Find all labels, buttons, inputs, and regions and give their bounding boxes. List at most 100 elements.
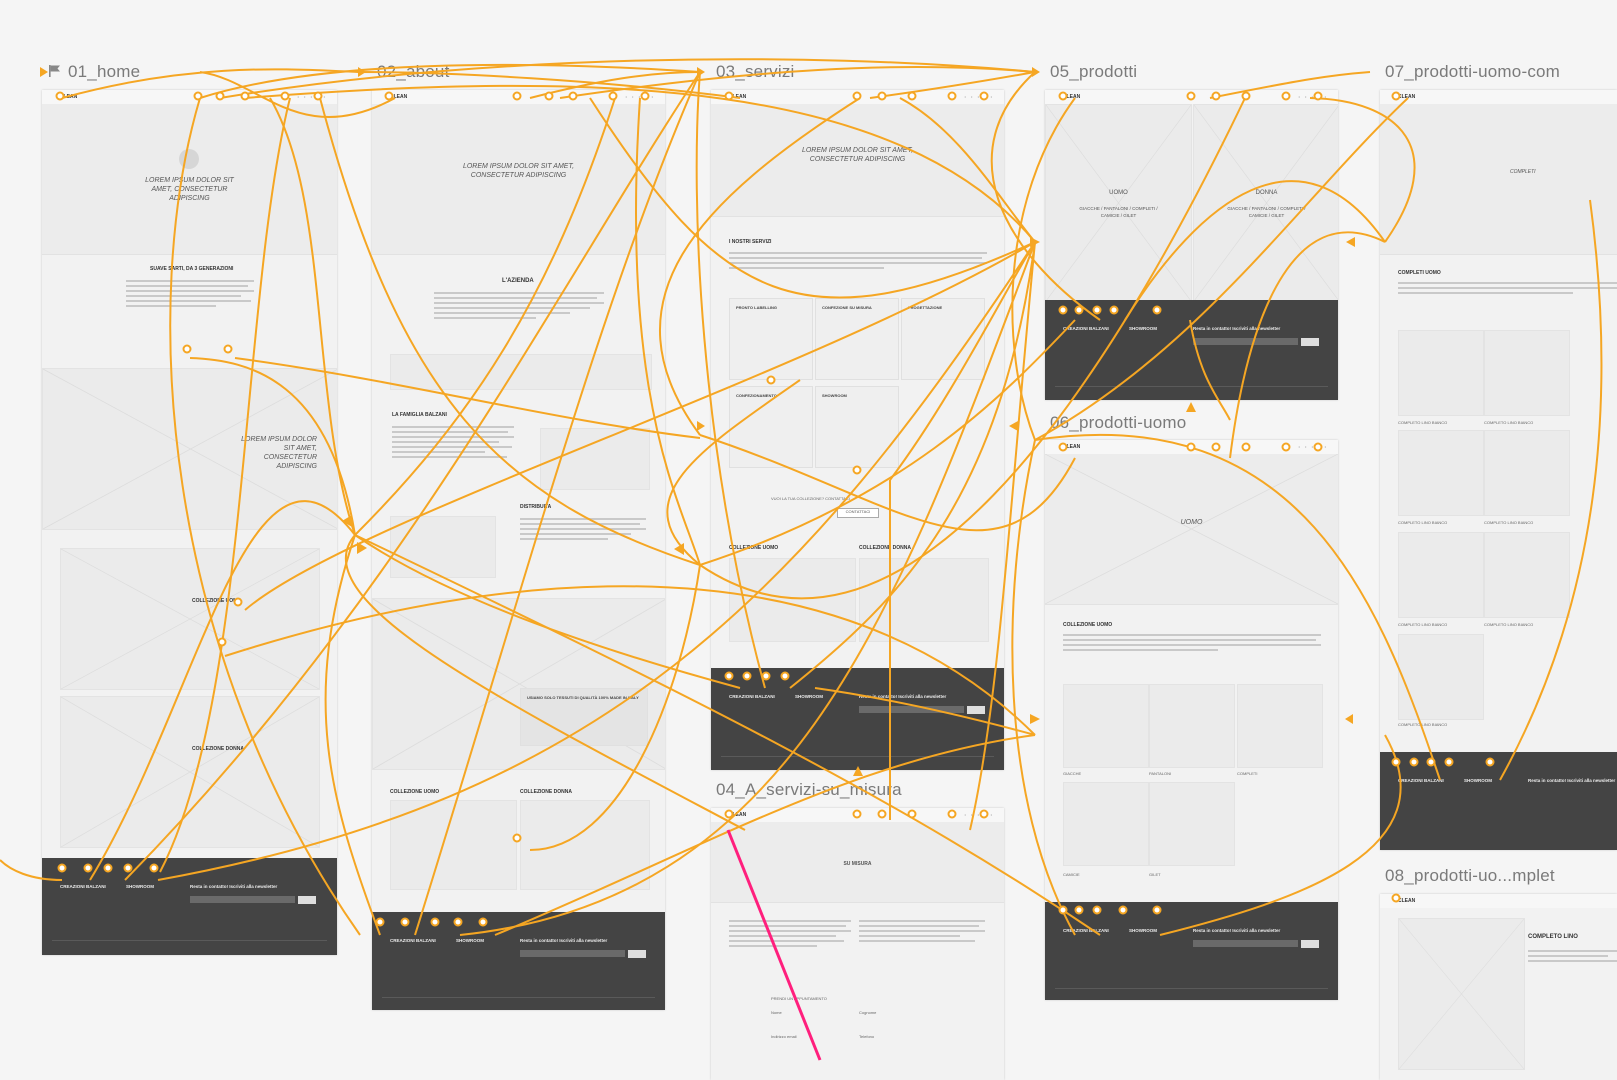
nav-menu[interactable]: • • • • • — [626, 94, 655, 99]
cta-button[interactable]: CONTATTACI — [837, 508, 879, 518]
footer-col-newsletter: Resta in contatto! Iscriviti alla newsle… — [190, 884, 278, 889]
product-tile[interactable] — [1398, 330, 1484, 416]
artboard-title-prodotti-uomo-completi[interactable]: 07_prodotti-uomo-com — [1385, 62, 1560, 82]
category-tile[interactable] — [1237, 684, 1323, 768]
artboard-title-prodotti[interactable]: 05_prodotti — [1050, 62, 1137, 82]
logo[interactable]: CLEAN — [1063, 94, 1080, 100]
newsletter-input[interactable] — [1193, 338, 1298, 345]
donna-title: DONNA — [1255, 190, 1278, 196]
logo[interactable]: CLEAN — [390, 94, 407, 100]
quality-box: USIAMO SOLO TESSUTI DI QUALITÀ 100% MADE… — [520, 688, 648, 746]
newsletter-button[interactable] — [298, 896, 316, 904]
section-text: LOREM IPSUM DOLOR SIT AMET, CONSECTETUR … — [241, 436, 317, 470]
product-title: COMPLETO LINO — [1528, 934, 1578, 940]
category-tile[interactable] — [1149, 684, 1235, 768]
category-label: GILET — [1149, 872, 1161, 877]
uomo-subtitle: GIACCHE / PANTALONI / COMPLETI / CAMICIE… — [1079, 206, 1158, 218]
logo[interactable]: CLEAN — [60, 94, 77, 100]
nav-menu[interactable]: • • • • • — [965, 94, 994, 99]
newsletter-button[interactable] — [1301, 338, 1319, 346]
artboard-title-label: 05_prodotti — [1050, 62, 1138, 81]
image-placeholder — [60, 548, 320, 690]
artboard-title-label: 02_about — [377, 62, 450, 81]
gallery-placeholder — [390, 354, 652, 390]
product-tile[interactable] — [1398, 532, 1484, 618]
logo[interactable]: CLEAN — [729, 94, 746, 100]
prototype-canvas[interactable]: 01_home 02_about 03_servizi 05_prodotti … — [0, 0, 1617, 1080]
nav-menu[interactable]: • • • • • — [298, 94, 327, 99]
artboard-title-label: 04_A_servizi-su_misura — [716, 780, 902, 799]
category-label: GIACCHE — [1063, 771, 1082, 776]
category-tile[interactable] — [1149, 782, 1235, 866]
product-tile[interactable] — [1398, 634, 1484, 720]
artboard-title-home[interactable]: 01_home — [48, 62, 140, 82]
nav-menu[interactable]: • • • • • — [965, 812, 994, 817]
artboard-prodotti-completi[interactable]: CLEAN COMPLETO LINO — [1380, 894, 1617, 1080]
footer: CREAZIONI BALZANI SHOWROOM Resta in cont… — [711, 668, 1004, 770]
artboard-prodotti[interactable]: CLEAN • • • • • UOMO GIACCHE / PANTALONI… — [1045, 90, 1338, 400]
footer-col-newsletter: Resta in contatto! Iscriviti alla newsle… — [520, 938, 608, 943]
service-card[interactable]: SHOWROOM — [815, 386, 899, 468]
nav-bar: CLEAN • • • • • — [1045, 440, 1338, 454]
product-tile[interactable] — [1484, 330, 1570, 416]
image-placeholder — [540, 428, 650, 490]
donna-tile[interactable]: DONNA GIACCHE / PANTALONI / COMPLETI / C… — [1193, 104, 1338, 302]
nav-bar: CLEAN • • • • • — [42, 90, 337, 104]
service-card[interactable]: CONFEZIONE SU MISURA — [815, 298, 899, 380]
product-image — [1398, 918, 1525, 1070]
donna-subtitle: GIACCHE / PANTALONI / COMPLETI / CAMICIE… — [1227, 206, 1306, 218]
image-placeholder — [60, 696, 320, 848]
footer: CREAZIONI BALZANI SHOWROOM Resta in cont… — [372, 912, 665, 1010]
newsletter-button[interactable] — [1301, 940, 1319, 948]
link-arrowhead — [1032, 67, 1040, 77]
footer-divider — [1055, 988, 1328, 989]
link-arrowhead — [697, 67, 705, 77]
artboard-about[interactable]: CLEAN • • • • • LOREM IPSUM DOLOR SIT AM… — [372, 90, 665, 1010]
logo[interactable]: CLEAN — [729, 812, 746, 818]
artboard-title-prodotti-completi[interactable]: 08_prodotti-uo...mplet — [1385, 866, 1555, 886]
cta-text: VUOI LA TUA COLLEZIONE? CONTATTACI — [771, 496, 850, 501]
logo[interactable]: CLEAN — [1398, 898, 1415, 904]
collezione-uomo-title: COLLEZIONE UOMO — [192, 598, 242, 604]
newsletter-input[interactable] — [1193, 940, 1298, 947]
text-block — [1063, 634, 1321, 654]
artboard-title-label: 07_prodotti-uomo-com — [1385, 62, 1561, 81]
uomo-tile[interactable]: UOMO GIACCHE / PANTALONI / COMPLETI / CA… — [1045, 104, 1192, 302]
newsletter-button[interactable] — [628, 950, 646, 958]
service-card[interactable]: PRONTO LABELLING — [729, 298, 813, 380]
logo[interactable]: CLEAN — [1063, 444, 1080, 450]
artboard-title-about[interactable]: 02_about — [377, 62, 450, 82]
newsletter-button[interactable] — [967, 706, 985, 714]
newsletter-input[interactable] — [520, 950, 625, 957]
link-arrowhead — [1345, 714, 1353, 724]
hero-title: COMPLETI — [1510, 169, 1536, 175]
service-card[interactable]: PROGETTAZIONE — [901, 298, 985, 380]
artboard-title-prodotti-uomo[interactable]: 06_prodotti-uomo — [1050, 413, 1186, 433]
category-tile[interactable] — [1063, 684, 1149, 768]
artboard-title-label: 01_home — [68, 62, 141, 81]
footer-divider — [721, 756, 994, 757]
category-tile[interactable] — [1063, 782, 1149, 866]
nav-menu[interactable]: • • • • • — [1299, 94, 1328, 99]
artboard-prodotti-uomo[interactable]: CLEAN • • • • • UOMO COLLEZIONE UOMO GIA… — [1045, 440, 1338, 1000]
product-tile[interactable] — [1398, 430, 1484, 516]
artboard-servizi[interactable]: CLEAN • • • • • LOREM IPSUM DOLOR SIT AM… — [711, 90, 1004, 770]
footer-col-showroom: SHOWROOM — [456, 938, 484, 943]
nav-menu[interactable]: • • • • • — [1299, 444, 1328, 449]
artboard-prodotti-uomo-completi[interactable]: CLEAN COMPLETI COMPLETI UOMO COMPLETO LI… — [1380, 90, 1617, 850]
artboard-title-servizi-su-misura[interactable]: 04_A_servizi-su_misura — [716, 780, 902, 800]
product-label: COMPLETO LINO BIANCO — [1484, 520, 1534, 525]
quality-title: USIAMO SOLO TESSUTI DI QUALITÀ 100% MADE… — [527, 695, 639, 700]
newsletter-input[interactable] — [859, 706, 964, 713]
logo[interactable]: CLEAN — [1398, 94, 1415, 100]
hero-title: SU MISURA — [843, 861, 872, 867]
distribuita-title: DISTRIBUITA — [520, 504, 552, 510]
form-field-label: Telefono — [859, 1034, 875, 1039]
newsletter-input[interactable] — [190, 896, 295, 903]
product-tile[interactable] — [1484, 430, 1570, 516]
artboard-home[interactable]: CLEAN • • • • • LOREM IPSUM DOLOR SIT AM… — [42, 90, 337, 955]
artboard-title-servizi[interactable]: 03_servizi — [716, 62, 795, 82]
artboard-servizi-su-misura[interactable]: CLEAN • • • • • SU MISURA PRENDI UN APPU… — [711, 808, 1004, 1080]
product-tile[interactable] — [1484, 532, 1570, 618]
service-card[interactable]: CONFEZIONAMENTO — [729, 386, 813, 468]
